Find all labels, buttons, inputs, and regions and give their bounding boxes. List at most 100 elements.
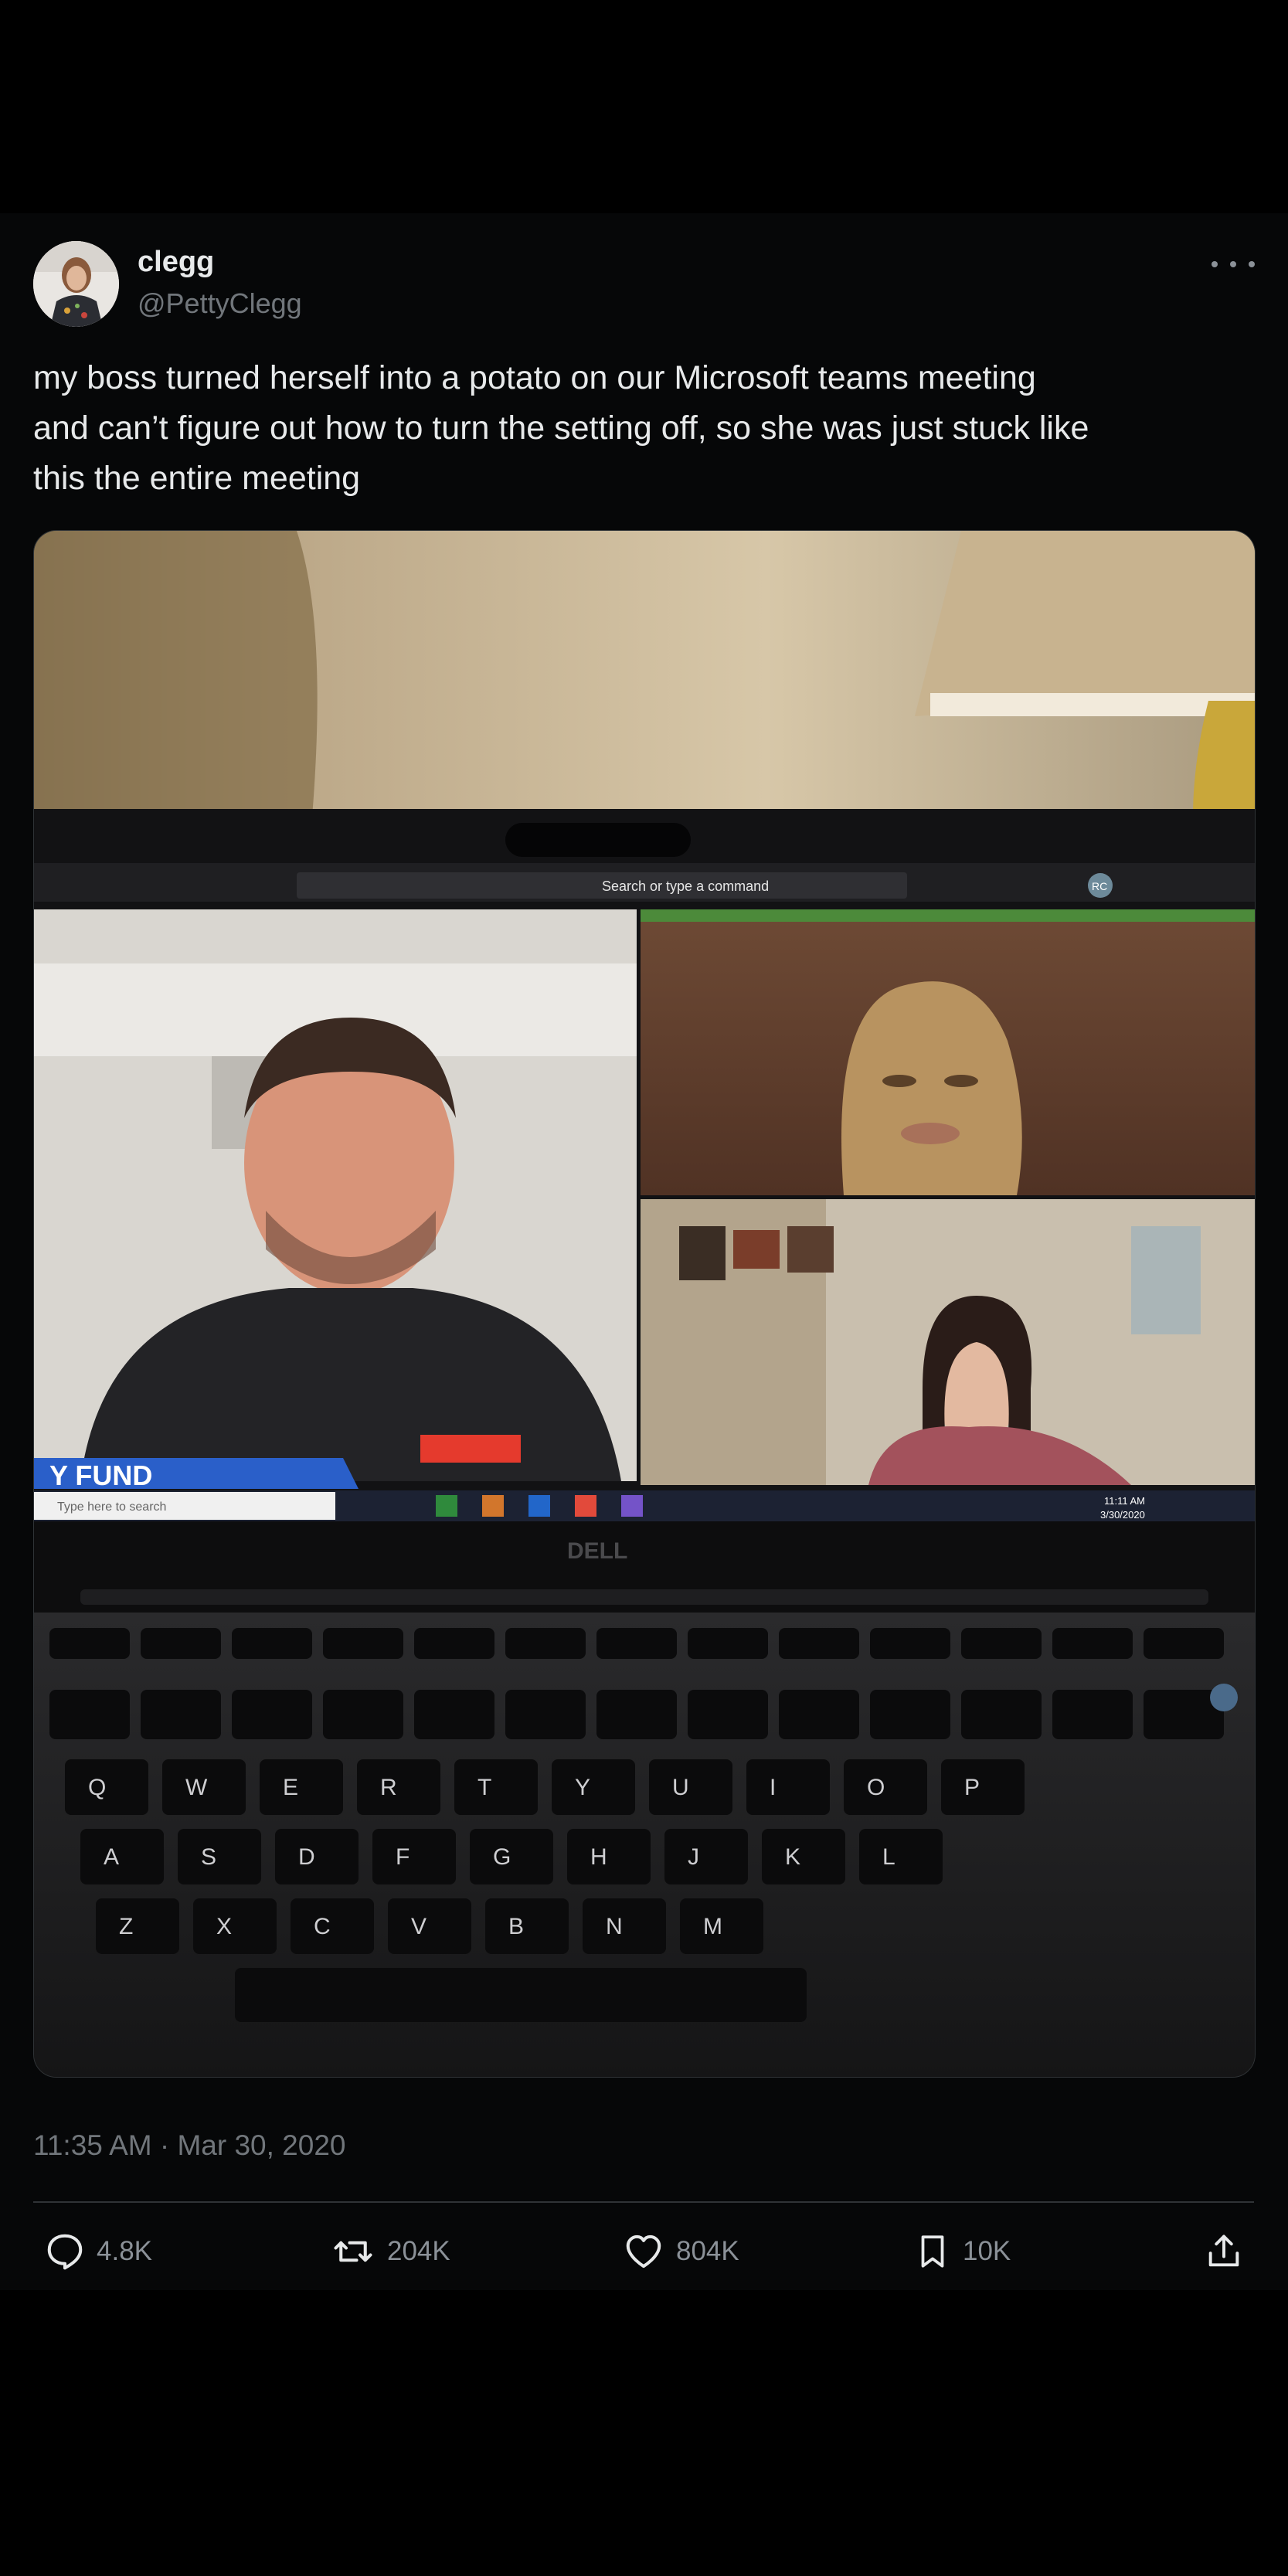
keyboard-key (388, 1898, 471, 1954)
keyboard-key (688, 1690, 768, 1739)
like-button[interactable]: 804K (622, 2228, 739, 2275)
keyboard-key (232, 1690, 312, 1739)
keyboard-key (688, 1628, 768, 1659)
keyboard-key (323, 1628, 403, 1659)
keyboard-key-label: Z (119, 1914, 133, 1939)
reply-icon (47, 2234, 83, 2270)
keyboard-key-label: N (606, 1914, 623, 1939)
keyboard-key (141, 1628, 221, 1659)
keyboard-key (178, 1829, 261, 1884)
keyboard-key (1052, 1690, 1133, 1739)
keyboard-key-label: E (283, 1775, 298, 1800)
keyboard-key (141, 1690, 221, 1739)
keyboard-key (779, 1690, 859, 1739)
keyboard-key-label: W (185, 1775, 208, 1800)
keyboard-key-label: R (380, 1775, 397, 1800)
spacebar-key (235, 1968, 807, 2022)
keyboard-key (454, 1759, 538, 1815)
bookmark-icon (921, 2235, 944, 2268)
like-count: 804K (676, 2236, 739, 2266)
share-icon (1208, 2234, 1239, 2267)
tweet-timestamp[interactable]: 11:35 AM · Mar 30, 2020 (33, 2129, 346, 2162)
profile-photo-icon (33, 241, 119, 327)
user-handle[interactable]: @PettyClegg (138, 287, 302, 320)
retweet-button[interactable]: 204K (330, 2228, 450, 2275)
keyboard-key (470, 1829, 553, 1884)
keyboard-key-label: Q (88, 1775, 106, 1800)
reply-button[interactable]: 4.8K (44, 2228, 152, 2275)
keyboard-key (372, 1829, 456, 1884)
keyboard-key (961, 1690, 1042, 1739)
share-button[interactable] (1204, 2228, 1244, 2275)
bookmark-count: 10K (963, 2236, 1011, 2266)
keyboard-key (870, 1690, 950, 1739)
keyboard-key-label: J (688, 1844, 699, 1870)
keyboard-key (357, 1759, 440, 1815)
keyboard-key-label: U (672, 1775, 689, 1800)
retweet-icon (334, 2241, 372, 2262)
keyboard-key-label: K (785, 1844, 800, 1870)
keyboard-key-label: A (104, 1844, 119, 1870)
keyboard-key (779, 1628, 859, 1659)
keyboard-key (96, 1898, 179, 1954)
keyboard-key (80, 1829, 164, 1884)
keyboard-key (193, 1898, 277, 1954)
keyboard-key (49, 1690, 130, 1739)
teams-user-initials: RC (1092, 880, 1107, 892)
tweet-card: clegg @PettyClegg my boss turned herself… (0, 213, 1288, 2290)
keyboard-key (961, 1628, 1042, 1659)
heart-icon (626, 2234, 661, 2268)
keyboard-key-label: M (703, 1914, 722, 1939)
keyboard-key (1144, 1628, 1224, 1659)
keyboard-key-label: T (477, 1775, 491, 1800)
more-dot (1230, 261, 1236, 267)
keyboard-key (414, 1690, 494, 1739)
avatar[interactable] (33, 241, 119, 327)
tweet-photo[interactable]: Search or type a command RC Y FUND Type … (33, 530, 1256, 2078)
keyboard-key (485, 1898, 569, 1954)
keyboard-key (649, 1759, 732, 1815)
keyboard-key (746, 1759, 830, 1815)
teams-search-text: Search or type a command (602, 878, 769, 894)
keyboard-key (505, 1690, 586, 1739)
bookmark-button[interactable]: 10K (913, 2228, 1011, 2275)
keyboard-key (49, 1628, 130, 1659)
keyboard-key-label: P (964, 1775, 980, 1800)
more-dot (1249, 261, 1255, 267)
keyboard-key-label: F (396, 1844, 410, 1870)
laptop-brand: DELL (567, 1538, 627, 1564)
keyboard-key (844, 1759, 927, 1815)
keyboard-key (596, 1628, 677, 1659)
divider (33, 2201, 1254, 2203)
keyboard-key-label: C (314, 1914, 331, 1939)
keyboard-key-label: D (298, 1844, 315, 1870)
banner-text: Y FUND (49, 1460, 152, 1491)
keyboard-key (232, 1628, 312, 1659)
more-dot (1212, 261, 1218, 267)
display-name[interactable]: clegg (138, 246, 214, 279)
keyboard-key (762, 1829, 845, 1884)
keyboard-key (291, 1898, 374, 1954)
keyboard-key (414, 1628, 494, 1659)
keyboard-key (65, 1759, 148, 1815)
keyboard-key (664, 1829, 748, 1884)
taskbar-time: 11:11 AM (1104, 1495, 1145, 1507)
keyboard-key (552, 1759, 635, 1815)
keyboard-key (567, 1829, 651, 1884)
keyboard-key-label: V (411, 1914, 427, 1939)
keyboard-key (859, 1829, 943, 1884)
tweet-text: my boss turned herself into a potato on … (33, 359, 1089, 497)
taskbar-date: 3/30/2020 (1100, 1509, 1145, 1521)
keyboard-key-label: B (508, 1914, 524, 1939)
keyboard-key-label: X (216, 1914, 232, 1939)
keyboard-key (583, 1898, 666, 1954)
keyboard-key-label: L (882, 1844, 895, 1870)
keyboard-key-label: I (770, 1775, 776, 1800)
keyboard-key (1052, 1628, 1133, 1659)
keyboard-key-label: G (493, 1844, 511, 1870)
more-options-icon[interactable] (1212, 249, 1255, 280)
keyboard-key (505, 1628, 586, 1659)
keyboard-key (275, 1829, 359, 1884)
page: clegg @PettyClegg my boss turned herself… (0, 0, 1288, 2576)
keyboard-key (260, 1759, 343, 1815)
